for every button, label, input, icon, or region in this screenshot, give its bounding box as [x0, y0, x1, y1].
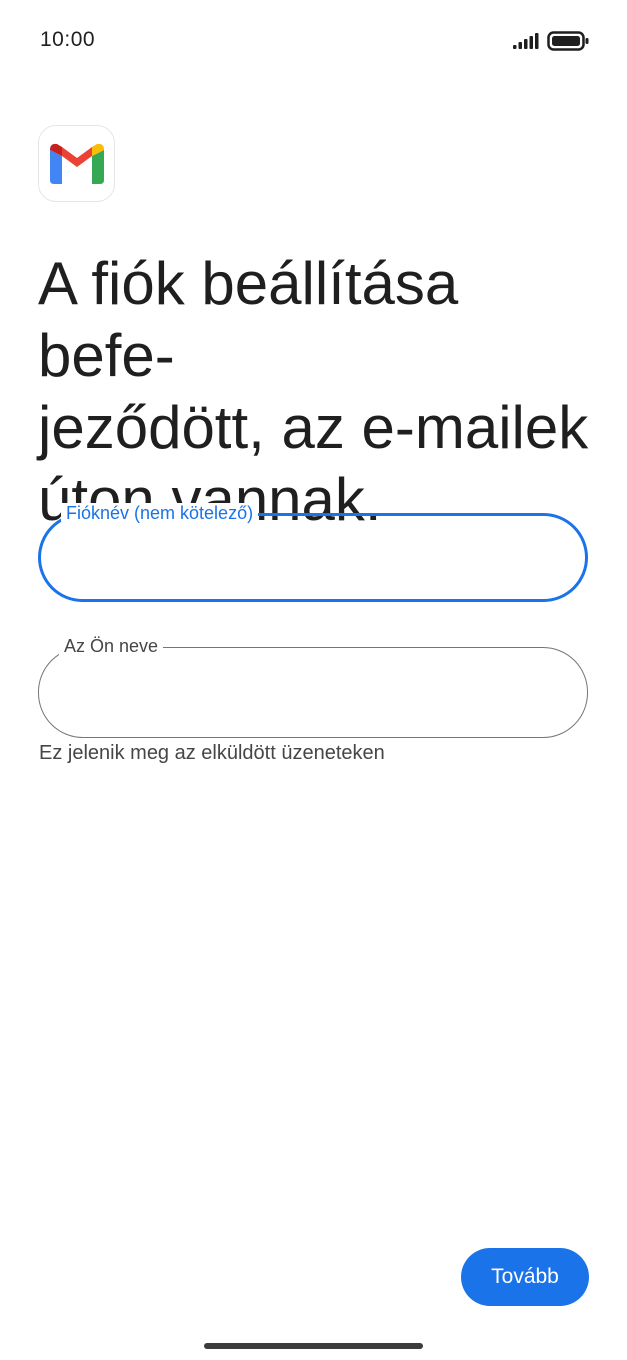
your-name-input[interactable]: [63, 668, 557, 710]
page-title: A fiók beállítása befe- jeződött, az e-m…: [38, 250, 589, 533]
home-indicator[interactable]: [204, 1343, 423, 1349]
your-name-label: Az Ön neve: [59, 636, 164, 656]
status-bar: 10:00: [0, 0, 627, 84]
your-name-helper-text: Ez jelenik meg az elküldött üzeneteken: [39, 742, 385, 764]
account-name-field[interactable]: Fióknév (nem kötelező): [38, 503, 588, 602]
gmail-logo-icon: [38, 125, 115, 202]
signal-icon: [513, 33, 539, 54]
battery-icon: [547, 31, 589, 56]
account-name-label: Fióknév (nem kötelező): [61, 503, 259, 523]
status-time: 10:00: [40, 28, 96, 51]
next-button[interactable]: Tovább: [461, 1248, 589, 1306]
status-icons: [513, 31, 589, 56]
account-name-input[interactable]: [65, 536, 559, 578]
your-name-field[interactable]: Az Ön neve: [38, 636, 588, 738]
